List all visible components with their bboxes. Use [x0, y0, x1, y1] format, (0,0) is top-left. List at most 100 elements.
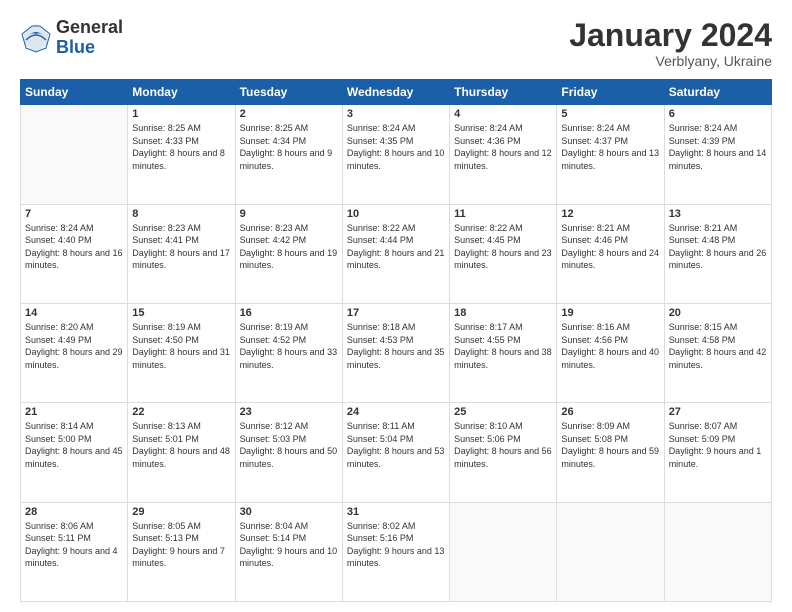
calendar-cell: 12Sunrise: 8:21 AMSunset: 4:46 PMDayligh… [557, 204, 664, 303]
cell-info: Sunrise: 8:23 AMSunset: 4:41 PMDaylight:… [132, 222, 230, 272]
day-number: 25 [454, 406, 552, 418]
calendar-cell: 16Sunrise: 8:19 AMSunset: 4:52 PMDayligh… [235, 303, 342, 402]
cell-info: Sunrise: 8:24 AMSunset: 4:40 PMDaylight:… [25, 222, 123, 272]
calendar-cell: 18Sunrise: 8:17 AMSunset: 4:55 PMDayligh… [450, 303, 557, 402]
cell-info: Sunrise: 8:14 AMSunset: 5:00 PMDaylight:… [25, 420, 123, 470]
day-number: 17 [347, 307, 445, 319]
logo-text: General Blue [56, 18, 123, 58]
calendar-cell: 7 Sunrise: 8:24 AMSunset: 4:40 PMDaylight… [21, 204, 128, 303]
cell-info: Sunrise: 8:12 AMSunset: 5:03 PMDaylight:… [240, 420, 338, 470]
day-header-monday: Monday [128, 80, 235, 105]
calendar-cell: 21 Sunrise: 8:14 AMSunset: 5:00 PMDayligh… [21, 403, 128, 502]
day-number: 14 [25, 307, 123, 319]
day-number: 5 [561, 108, 659, 120]
week-row-5: 28Sunrise: 8:06 AMSunset: 5:11 PMDayligh… [21, 502, 772, 601]
calendar-cell [450, 502, 557, 601]
calendar-cell [557, 502, 664, 601]
calendar-cell: 6 Sunrise: 8:24 AMSunset: 4:39 PMDaylight… [664, 105, 771, 204]
day-header-saturday: Saturday [664, 80, 771, 105]
day-number: 19 [561, 307, 659, 319]
day-number: 30 [240, 506, 338, 518]
day-number: 4 [454, 108, 552, 120]
cell-info: Sunrise: 8:06 AMSunset: 5:11 PMDaylight:… [25, 520, 123, 570]
calendar-cell: 25Sunrise: 8:10 AMSunset: 5:06 PMDayligh… [450, 403, 557, 502]
day-number: 11 [454, 208, 552, 220]
calendar-cell: 5 Sunrise: 8:24 AMSunset: 4:37 PMDaylight… [557, 105, 664, 204]
calendar-cell: 2Sunrise: 8:25 AMSunset: 4:34 PMDaylight… [235, 105, 342, 204]
calendar-cell: 15 Sunrise: 8:19 AMSunset: 4:50 PMDayligh… [128, 303, 235, 402]
day-number: 3 [347, 108, 445, 120]
calendar-cell: 30 Sunrise: 8:04 AMSunset: 5:14 PMDayligh… [235, 502, 342, 601]
cell-info: Sunrise: 8:02 AMSunset: 5:16 PMDaylight:… [347, 520, 445, 570]
cell-info: Sunrise: 8:04 AMSunset: 5:14 PMDaylight:… [240, 520, 338, 570]
logo-general: General [56, 18, 123, 38]
day-number: 7 [25, 208, 123, 220]
day-number: 10 [347, 208, 445, 220]
calendar-cell: 3Sunrise: 8:24 AMSunset: 4:35 PMDaylight… [342, 105, 449, 204]
month-title: January 2024 [569, 18, 772, 53]
day-number: 20 [669, 307, 767, 319]
calendar-cell: 13 Sunrise: 8:21 AMSunset: 4:48 PMDayligh… [664, 204, 771, 303]
calendar-cell: 28Sunrise: 8:06 AMSunset: 5:11 PMDayligh… [21, 502, 128, 601]
calendar-cell: 26 Sunrise: 8:09 AMSunset: 5:08 PMDayligh… [557, 403, 664, 502]
cell-info: Sunrise: 8:15 AMSunset: 4:58 PMDaylight:… [669, 321, 767, 371]
cell-info: Sunrise: 8:24 AMSunset: 4:36 PMDaylight:… [454, 122, 552, 172]
day-header-thursday: Thursday [450, 80, 557, 105]
header: General Blue January 2024 Verblyany, Ukr… [20, 18, 772, 69]
cell-info: Sunrise: 8:05 AMSunset: 5:13 PMDaylight:… [132, 520, 230, 570]
day-number: 12 [561, 208, 659, 220]
calendar-cell: 8 Sunrise: 8:23 AMSunset: 4:41 PMDaylight… [128, 204, 235, 303]
location: Verblyany, Ukraine [569, 53, 772, 69]
cell-info: Sunrise: 8:11 AMSunset: 5:04 PMDaylight:… [347, 420, 445, 470]
week-row-1: 1Sunrise: 8:25 AMSunset: 4:33 PMDaylight… [21, 105, 772, 204]
calendar-cell: 4 Sunrise: 8:24 AMSunset: 4:36 PMDaylight… [450, 105, 557, 204]
day-number: 24 [347, 406, 445, 418]
calendar-cell [21, 105, 128, 204]
day-number: 6 [669, 108, 767, 120]
calendar-cell: 23 Sunrise: 8:12 AMSunset: 5:03 PMDayligh… [235, 403, 342, 502]
calendar-cell: 9 Sunrise: 8:23 AMSunset: 4:42 PMDaylight… [235, 204, 342, 303]
day-number: 18 [454, 307, 552, 319]
cell-info: Sunrise: 8:16 AMSunset: 4:56 PMDaylight:… [561, 321, 659, 371]
calendar-cell: 17 Sunrise: 8:18 AMSunset: 4:53 PMDayligh… [342, 303, 449, 402]
day-number: 15 [132, 307, 230, 319]
calendar-cell: 31 Sunrise: 8:02 AMSunset: 5:16 PMDayligh… [342, 502, 449, 601]
calendar-cell: 24 Sunrise: 8:11 AMSunset: 5:04 PMDayligh… [342, 403, 449, 502]
calendar-cell: 20 Sunrise: 8:15 AMSunset: 4:58 PMDayligh… [664, 303, 771, 402]
day-number: 26 [561, 406, 659, 418]
calendar-cell [664, 502, 771, 601]
day-number: 13 [669, 208, 767, 220]
cell-info: Sunrise: 8:25 AMSunset: 4:34 PMDaylight:… [240, 122, 338, 172]
calendar-cell: 22Sunrise: 8:13 AMSunset: 5:01 PMDayligh… [128, 403, 235, 502]
day-header-wednesday: Wednesday [342, 80, 449, 105]
cell-info: Sunrise: 8:19 AMSunset: 4:50 PMDaylight:… [132, 321, 230, 371]
cell-info: Sunrise: 8:21 AMSunset: 4:48 PMDaylight:… [669, 222, 767, 272]
day-number: 8 [132, 208, 230, 220]
day-number: 21 [25, 406, 123, 418]
day-header-sunday: Sunday [21, 80, 128, 105]
page: General Blue January 2024 Verblyany, Ukr… [0, 0, 792, 612]
day-number: 1 [132, 108, 230, 120]
calendar-cell: 10 Sunrise: 8:22 AMSunset: 4:44 PMDayligh… [342, 204, 449, 303]
day-number: 22 [132, 406, 230, 418]
day-header-friday: Friday [557, 80, 664, 105]
day-number: 23 [240, 406, 338, 418]
calendar-cell: 19 Sunrise: 8:16 AMSunset: 4:56 PMDayligh… [557, 303, 664, 402]
logo: General Blue [20, 18, 123, 58]
cell-info: Sunrise: 8:18 AMSunset: 4:53 PMDaylight:… [347, 321, 445, 371]
cell-info: Sunrise: 8:19 AMSunset: 4:52 PMDaylight:… [240, 321, 338, 371]
day-number: 9 [240, 208, 338, 220]
day-header-tuesday: Tuesday [235, 80, 342, 105]
calendar-cell: 1Sunrise: 8:25 AMSunset: 4:33 PMDaylight… [128, 105, 235, 204]
cell-info: Sunrise: 8:09 AMSunset: 5:08 PMDaylight:… [561, 420, 659, 470]
logo-icon [20, 22, 52, 54]
cell-info: Sunrise: 8:22 AMSunset: 4:44 PMDaylight:… [347, 222, 445, 272]
calendar-cell: 14 Sunrise: 8:20 AMSunset: 4:49 PMDayligh… [21, 303, 128, 402]
cell-info: Sunrise: 8:20 AMSunset: 4:49 PMDaylight:… [25, 321, 123, 371]
calendar-cell: 29Sunrise: 8:05 AMSunset: 5:13 PMDayligh… [128, 502, 235, 601]
day-number: 31 [347, 506, 445, 518]
cell-info: Sunrise: 8:24 AMSunset: 4:39 PMDaylight:… [669, 122, 767, 172]
calendar-cell: 27Sunrise: 8:07 AMSunset: 5:09 PMDayligh… [664, 403, 771, 502]
cell-info: Sunrise: 8:24 AMSunset: 4:37 PMDaylight:… [561, 122, 659, 172]
cell-info: Sunrise: 8:23 AMSunset: 4:42 PMDaylight:… [240, 222, 338, 272]
